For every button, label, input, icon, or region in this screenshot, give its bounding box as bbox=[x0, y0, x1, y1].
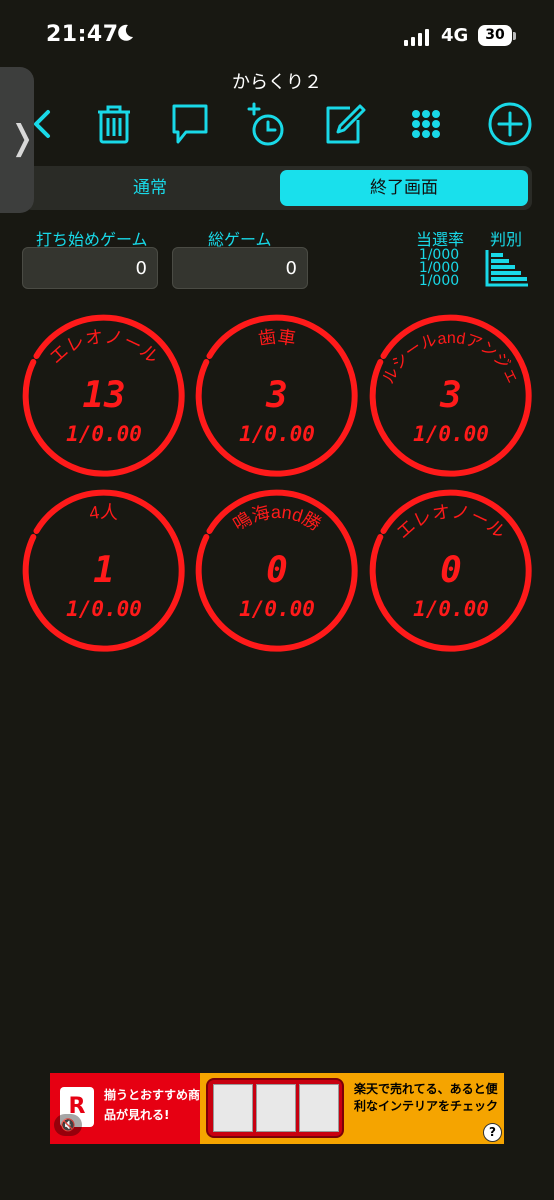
counter-name: 鳴海and勝 bbox=[230, 502, 325, 535]
counter-cell[interactable]: エレオノール 13 1/0.00 bbox=[14, 305, 194, 485]
counter-ratio: 1/0.00 bbox=[413, 422, 489, 446]
comment-icon[interactable] bbox=[166, 100, 214, 148]
counter-name: 4人 bbox=[88, 502, 119, 524]
counter-value: 0 bbox=[440, 550, 462, 591]
bar-chart-icon[interactable] bbox=[484, 248, 530, 288]
help-icon[interactable]: ? bbox=[483, 1123, 502, 1142]
judge-label: 判別 bbox=[490, 230, 523, 249]
battery-tip bbox=[513, 32, 516, 40]
mute-icon[interactable]: 🔇 bbox=[54, 1114, 82, 1136]
ad-right-text: 楽天で売れてる、あると便利なインテリアをチェック bbox=[354, 1082, 499, 1113]
page-title: からくり２ bbox=[232, 72, 322, 93]
status-time: 21:47 bbox=[46, 22, 119, 47]
tab-normal[interactable]: 通常 bbox=[24, 166, 276, 210]
add-circle-icon[interactable] bbox=[486, 100, 534, 148]
counter-cell[interactable]: 歯車 3 1/0.00 bbox=[187, 305, 367, 485]
counter-cell[interactable]: 4人 1 1/0.00 bbox=[14, 480, 194, 660]
ad-product-thumb bbox=[213, 1084, 253, 1132]
ad-product-thumb bbox=[299, 1084, 339, 1132]
start-game-field[interactable]: 0 bbox=[22, 247, 158, 289]
trash-icon[interactable] bbox=[90, 100, 138, 148]
tab-end-screen[interactable]: 終了画面 bbox=[280, 170, 528, 206]
counter-ratio: 1/0.00 bbox=[239, 597, 315, 621]
counter-ratio: 1/0.00 bbox=[66, 422, 142, 446]
battery-icon: 30 bbox=[478, 25, 512, 46]
counter-cell[interactable]: 鳴海and勝 0 1/0.00 bbox=[187, 480, 367, 660]
counter-value: 0 bbox=[266, 550, 288, 591]
counter-value: 13 bbox=[82, 375, 126, 416]
network-type: 4G bbox=[441, 25, 469, 46]
total-game-field[interactable]: 0 bbox=[172, 247, 308, 289]
moon-icon bbox=[118, 24, 133, 41]
edit-icon[interactable] bbox=[320, 100, 368, 148]
grid-icon[interactable] bbox=[402, 100, 450, 148]
counter-value: 3 bbox=[440, 375, 462, 416]
counter-ratio: 1/0.00 bbox=[413, 597, 489, 621]
counter-ratio: 1/0.00 bbox=[66, 597, 142, 621]
counter-ratio: 1/0.00 bbox=[239, 422, 315, 446]
counter-value: 1 bbox=[93, 550, 115, 591]
counter-cell[interactable]: エレオノール 0 1/0.00 bbox=[361, 480, 541, 660]
ad-product-thumb bbox=[256, 1084, 296, 1132]
add-timer-icon[interactable] bbox=[244, 100, 292, 148]
probability-3: 1/000 bbox=[418, 273, 460, 289]
signal-icon bbox=[404, 28, 429, 46]
counter-cell[interactable]: ルシールandアンジェ 3 1/0.00 bbox=[361, 305, 541, 485]
chevron-right-icon[interactable]: ❭ bbox=[8, 118, 37, 158]
ad-left-text: 揃うとおすすめ商品が見れる! bbox=[104, 1088, 201, 1122]
counter-value: 3 bbox=[266, 375, 288, 416]
counter-name: 歯車 bbox=[257, 327, 297, 349]
